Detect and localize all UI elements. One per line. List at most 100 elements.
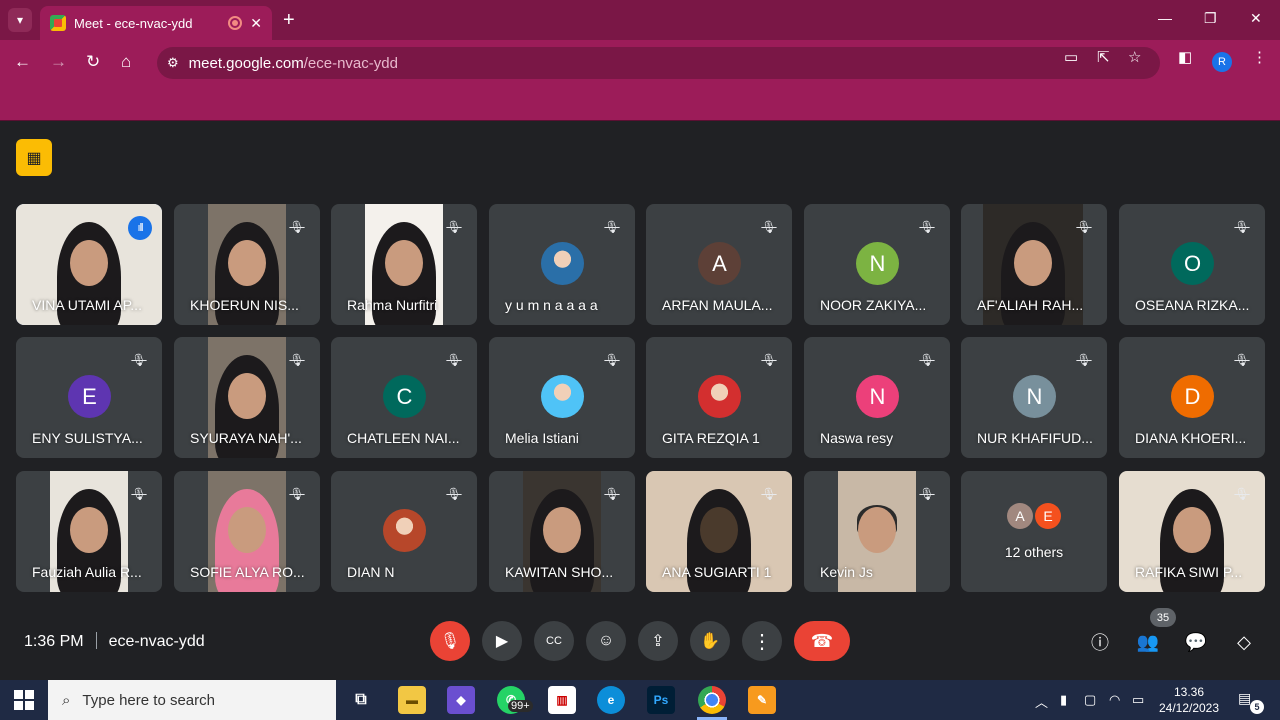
windows-taskbar: ⌕ Type here to search ⧉ ▬ ◆ ✆ 99+ ▥ e Ps… [0, 680, 1280, 720]
browser-tab[interactable]: Meet - ece-nvac-ydd ✕ [40, 6, 272, 40]
tray-chevron-icon[interactable]: ︿ [1035, 692, 1048, 711]
notification-count: 5 [1250, 700, 1264, 714]
taskbar-search-box[interactable]: ⌕ Type here to search [48, 680, 336, 720]
edge-icon[interactable]: e [597, 686, 625, 714]
participant-tile[interactable]: 🎙 GITA REZQIA 1 [646, 337, 792, 458]
mic-muted-icon: 🎙 [919, 353, 935, 367]
participant-tile[interactable]: E 🎙 ENY SULISTYA... [16, 337, 162, 458]
notification-icon[interactable]: ▤ 5 [1238, 690, 1264, 714]
mini-avatar: E [1035, 503, 1061, 529]
mic-muted-icon: 🎙 [761, 353, 777, 367]
new-tab-button[interactable]: + [283, 10, 295, 30]
participant-tile[interactable]: 🎙 RAFIKA SIWI P... [1119, 471, 1265, 592]
speaking-indicator-icon: ıll [128, 216, 152, 240]
side-panel-icon[interactable]: ◧ [1178, 48, 1192, 66]
chat-icon[interactable]: 💬 [1183, 629, 1209, 655]
wifi-icon[interactable]: ◠ [1109, 692, 1120, 708]
host-controls-badge[interactable]: ▦ [16, 139, 52, 176]
mic-muted-icon: 🎙 [919, 220, 935, 234]
restore-button[interactable]: ❐ [1204, 10, 1217, 27]
meeting-details-icon[interactable]: ⓘ [1087, 629, 1113, 655]
chrome-icon[interactable] [698, 686, 726, 714]
participant-avatar: N [856, 242, 899, 285]
participant-tile[interactable]: D 🎙 DIANA KHOERI... [1119, 337, 1265, 458]
reactions-button[interactable]: ☺ [586, 621, 626, 661]
task-view-icon[interactable]: ⧉ [347, 686, 375, 714]
participant-photo [541, 375, 584, 418]
more-options-button[interactable]: ⋮ [742, 621, 782, 661]
meeting-info: 1:36 PM ece-nvac-ydd [24, 632, 205, 651]
file-explorer-icon[interactable]: ▬ [398, 686, 426, 714]
mic-off-button[interactable]: 🎙 [430, 621, 470, 661]
camera-button[interactable]: ▶ [482, 621, 522, 661]
participant-avatar: A [698, 242, 741, 285]
site-info-icon[interactable]: ⚙ [167, 55, 179, 71]
participant-tile[interactable]: 🎙 Fauziah Aulia R... [16, 471, 162, 592]
participant-tile[interactable]: 🎙 AF'ALIAH RAH... [961, 204, 1107, 325]
display-tray-icon[interactable]: ▢ [1084, 692, 1096, 708]
participant-name: 12 others [1004, 544, 1064, 560]
search-placeholder: Type here to search [82, 691, 215, 709]
chrome-menu-icon[interactable]: ⋮ [1252, 48, 1267, 66]
participant-name: ENY SULISTYA... [32, 430, 143, 446]
activities-icon[interactable]: ◇ [1231, 629, 1257, 655]
forward-button[interactable]: → [50, 52, 67, 72]
reload-button[interactable]: ↻ [86, 52, 100, 72]
raise-hand-button[interactable]: ✋ [690, 621, 730, 661]
participant-tile[interactable]: 🎙 ANA SUGIARTI 1 [646, 471, 792, 592]
photoshop-icon[interactable]: Ps [647, 686, 675, 714]
participant-avatar: E [68, 375, 111, 418]
participant-tile[interactable]: 🎙 KHOERUN NIS... [174, 204, 320, 325]
participant-tile[interactable]: O 🎙 OSEANA RIZKA... [1119, 204, 1265, 325]
app-icon[interactable]: ▥ [548, 686, 576, 714]
participant-avatar: N [1013, 375, 1056, 418]
toolbar: ← → ↻ ⌂ ⚙ meet.google.com/ece-nvac-ydd ▭… [0, 40, 1280, 85]
people-icon[interactable]: 👥 [1135, 629, 1161, 655]
bookmark-star-icon[interactable]: ☆ [1128, 48, 1141, 66]
home-button[interactable]: ⌂ [121, 52, 131, 72]
participant-name: GITA REZQIA 1 [662, 430, 760, 446]
battery-icon[interactable]: ▭ [1132, 692, 1144, 708]
microphone-tray-icon[interactable]: ▮ [1060, 692, 1067, 708]
copilot-icon[interactable]: ◆ [447, 686, 475, 714]
close-tab-icon[interactable]: ✕ [250, 15, 262, 32]
mic-muted-icon: 🎙 [1234, 353, 1250, 367]
participant-tile[interactable]: N 🎙 NOOR ZAKIYA... [804, 204, 950, 325]
participant-tile[interactable]: 🎙 SOFIE ALYA RO... [174, 471, 320, 592]
profile-avatar[interactable]: R [1212, 52, 1232, 72]
participant-photo [541, 242, 584, 285]
open-in-new-icon[interactable]: ⇱ [1097, 48, 1110, 66]
participant-tile[interactable]: 🎙 DIAN N [331, 471, 477, 592]
mic-muted-icon: 🎙 [446, 487, 462, 501]
participant-tile[interactable]: 🎙 Melia Istiani [489, 337, 635, 458]
participant-tile[interactable]: 🎙 Kevin Js [804, 471, 950, 592]
leave-call-button[interactable]: ☎ [794, 621, 850, 661]
participant-tile[interactable]: 🎙 SYURAYA NAH'... [174, 337, 320, 458]
participant-name: SOFIE ALYA RO... [190, 564, 305, 580]
address-bar[interactable]: ⚙ meet.google.com/ece-nvac-ydd [157, 47, 1160, 79]
participant-name: OSEANA RIZKA... [1135, 297, 1250, 313]
participant-name: RAFIKA SIWI P... [1135, 564, 1243, 580]
captions-button[interactable]: CC [534, 621, 574, 661]
participant-tile[interactable]: 🎙 Rahma Nurfitri [331, 204, 477, 325]
meet-favicon-icon [50, 15, 66, 31]
participant-tile[interactable]: N 🎙 NUR KHAFIFUD... [961, 337, 1107, 458]
taskbar-clock[interactable]: 13.36 24/12/2023 [1158, 684, 1220, 716]
participant-tile[interactable]: C 🎙 CHATLEEN NAI... [331, 337, 477, 458]
camera-in-use-icon[interactable]: ▭ [1064, 48, 1078, 66]
back-button[interactable]: ← [14, 52, 31, 72]
participant-tile[interactable]: A E 12 others [961, 471, 1107, 592]
participant-tile[interactable]: 🎙 y u m n a a a a [489, 204, 635, 325]
windows-start-icon[interactable] [14, 690, 34, 710]
tab-search-button[interactable]: ▾ [8, 8, 32, 32]
participant-tile[interactable]: N 🎙 Naswa resy [804, 337, 950, 458]
pdf-app-icon[interactable]: ✎ [748, 686, 776, 714]
minimize-button[interactable]: — [1158, 10, 1172, 26]
present-screen-button[interactable]: ⇪ [638, 621, 678, 661]
participant-count-badge: 35 [1150, 608, 1176, 627]
participant-tile[interactable]: 🎙 KAWITAN SHO... [489, 471, 635, 592]
others-avatars: AE [961, 503, 1107, 529]
participant-tile[interactable]: A 🎙 ARFAN MAULA... [646, 204, 792, 325]
close-window-button[interactable]: ✕ [1250, 10, 1262, 27]
participant-tile[interactable]: ıll VINA UTAMI AP... [16, 204, 162, 325]
